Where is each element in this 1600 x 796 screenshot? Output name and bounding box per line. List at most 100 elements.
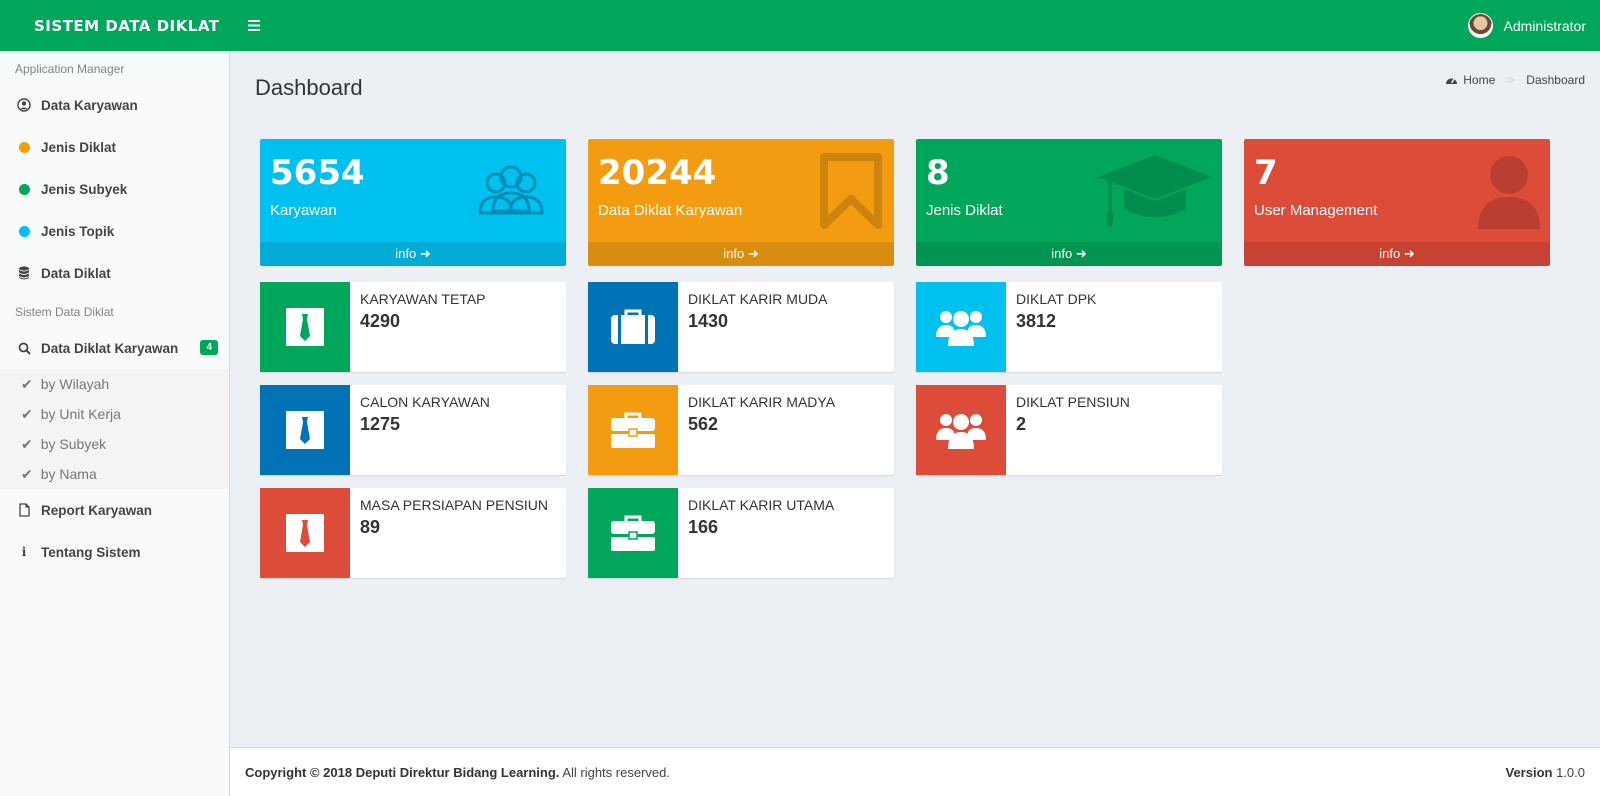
- stat-box-data-diklat-karyawan: 20244 Data Diklat Karyawan info ➜: [588, 139, 894, 266]
- info-box-title: DIKLAT DPK: [1016, 291, 1097, 307]
- copyright-text: Copyright © 2018 Deputi Direktur Bidang …: [245, 765, 670, 780]
- info-box-title: KARYAWAN TETAP: [360, 291, 486, 307]
- tie-icon: [260, 385, 350, 475]
- stat-box-karyawan: 5654 Karyawan info ➜: [260, 139, 566, 266]
- bookmark-icon: [820, 153, 882, 229]
- info-box-value: 89: [360, 517, 381, 537]
- sidebar-item-data-diklat[interactable]: Data Diklat: [0, 252, 229, 294]
- submenu-item-label: by Subyek: [40, 436, 107, 452]
- sidebar-section-header: Sistem Data Diklat: [15, 305, 114, 319]
- check-icon: ✔: [21, 435, 33, 452]
- dot-icon: [17, 140, 31, 154]
- breadcrumb-separator: >: [1507, 73, 1515, 87]
- breadcrumb-current: Dashboard: [1526, 73, 1585, 87]
- info-link[interactable]: info ➜: [916, 242, 1222, 266]
- stat-value: 7: [1254, 153, 1278, 193]
- info-link[interactable]: info ➜: [588, 242, 894, 266]
- sidebar-item-data-diklat-karyawan[interactable]: Data Diklat Karyawan 4: [0, 327, 229, 369]
- info-box-calon-karyawan[interactable]: CALON KARYAWAN 1275: [260, 385, 566, 475]
- avatar: [1467, 13, 1493, 38]
- sidebar-item-data-karyawan[interactable]: Data Karyawan: [0, 84, 229, 126]
- users-icon: [478, 165, 544, 215]
- info-box-title: DIKLAT KARIR UTAMA: [688, 497, 835, 513]
- arrow-circle-right-icon: ➜: [1075, 246, 1087, 261]
- info-link-label: info: [1051, 246, 1073, 261]
- stat-label: User Management: [1254, 202, 1378, 219]
- submenu-item-by-unit-kerja[interactable]: ✔ by Unit Kerja: [0, 399, 229, 429]
- info-link[interactable]: info ➜: [260, 242, 566, 266]
- user-icon: [1478, 156, 1540, 229]
- info-box-value: 2: [1016, 414, 1027, 434]
- sidebar-item-report-karyawan[interactable]: Report Karyawan: [0, 489, 229, 531]
- check-icon: ✔: [21, 375, 33, 392]
- arrow-circle-right-icon: ➜: [747, 246, 759, 261]
- stat-label: Karyawan: [270, 202, 337, 219]
- briefcase-icon: [588, 488, 678, 578]
- app-logo[interactable]: SISTEM DATA DIKLAT: [0, 0, 230, 51]
- info-box-value: 4290: [360, 311, 401, 331]
- info-link[interactable]: info ➜: [1244, 242, 1550, 266]
- sidebar-submenu: ✔ by Wilayah ✔ by Unit Kerja ✔ by Subyek ✔ b…: [0, 369, 229, 489]
- info-box-value: 3812: [1016, 311, 1057, 331]
- info-box-title: MASA PERSIAPAN PENSIUN: [360, 497, 549, 513]
- info-box-title: DIKLAT KARIR MUDA: [688, 291, 828, 307]
- info-box-value: 166: [688, 517, 719, 537]
- sidebar-item-jenis-diklat[interactable]: Jenis Diklat: [0, 126, 229, 168]
- sidebar-item-label: Jenis Diklat: [41, 139, 117, 155]
- info-box-karyawan-tetap[interactable]: KARYAWAN TETAP 4290: [260, 282, 566, 372]
- submenu-item-label: by Wilayah: [40, 376, 110, 392]
- copyright-owner: Copyright © 2018 Deputi Direktur Bidang …: [245, 764, 560, 780]
- info-link-label: info: [395, 246, 417, 261]
- info-box-diklat-dpk[interactable]: DIKLAT DPK 3812: [916, 282, 1222, 372]
- version-number: 1.0.0: [1556, 764, 1585, 780]
- page-footer: Copyright © 2018 Deputi Direktur Bidang …: [230, 747, 1600, 796]
- sidebar-toggle-button[interactable]: [234, 0, 274, 51]
- page-title: Dashboard: [255, 75, 363, 100]
- dot-icon: [17, 182, 31, 196]
- breadcrumb-home-link[interactable]: Home: [1445, 73, 1495, 87]
- info-box-diklat-karir-utama[interactable]: DIKLAT KARIR UTAMA 166: [588, 488, 894, 578]
- stat-label: Data Diklat Karyawan: [598, 202, 743, 219]
- graduation-cap-icon: [1098, 155, 1212, 227]
- user-menu[interactable]: Administrator: [1467, 0, 1586, 51]
- sidebar-item-label: Jenis Subyek: [41, 181, 128, 197]
- submenu-item-by-nama[interactable]: ✔ by Nama: [0, 459, 229, 489]
- sidebar-item-jenis-topik[interactable]: Jenis Topik: [0, 210, 229, 252]
- info-box-value: 1430: [688, 311, 729, 331]
- dot-icon: [17, 224, 31, 238]
- breadcrumb-home-label: Home: [1463, 73, 1496, 87]
- info-box-title: DIKLAT PENSIUN: [1016, 394, 1130, 410]
- info-box-diklat-karir-muda[interactable]: DIKLAT KARIR MUDA 1430: [588, 282, 894, 372]
- stat-value: 20244: [598, 153, 717, 193]
- info-link-label: info: [1379, 246, 1401, 261]
- stat-box-user-management: 7 User Management info ➜: [1244, 139, 1550, 266]
- stat-value: 5654: [270, 153, 365, 193]
- info-box-diklat-pensiun[interactable]: DIKLAT PENSIUN 2: [916, 385, 1222, 475]
- user-name: Administrator: [1503, 17, 1586, 34]
- submenu-item-by-subyek[interactable]: ✔ by Subyek: [0, 429, 229, 459]
- users-icon: [916, 282, 1006, 372]
- sidebar-item-tentang-sistem[interactable]: i Tentang Sistem: [0, 531, 229, 573]
- check-icon: ✔: [21, 405, 33, 422]
- database-icon: [17, 266, 31, 280]
- hamburger-icon: [248, 20, 260, 31]
- info-box-diklat-karir-madya[interactable]: DIKLAT KARIR MADYA 562: [588, 385, 894, 475]
- info-box-value: 562: [688, 414, 719, 434]
- sidebar-item-label: Jenis Topik: [41, 223, 115, 239]
- top-navbar: SISTEM DATA DIKLAT Administrator: [0, 0, 1600, 51]
- rights-text: All rights reserved.: [562, 764, 670, 780]
- suitcase-icon: [588, 282, 678, 372]
- tie-icon: [260, 488, 350, 578]
- sidebar-item-jenis-subyek[interactable]: Jenis Subyek: [0, 168, 229, 210]
- submenu-item-label: by Unit Kerja: [40, 406, 121, 422]
- file-icon: [17, 503, 31, 517]
- submenu-item-by-wilayah[interactable]: ✔ by Wilayah: [0, 369, 229, 399]
- sidebar-section-header: Application Manager: [15, 62, 125, 76]
- info-box-masa-persiapan-pensiun[interactable]: MASA PERSIAPAN PENSIUN 89: [260, 488, 566, 578]
- stat-label: Jenis Diklat: [926, 202, 1003, 219]
- version-text: Version 1.0.0: [1505, 765, 1585, 780]
- dashboard-icon: [1446, 78, 1458, 84]
- version-label: Version: [1505, 764, 1553, 780]
- info-icon: i: [21, 545, 27, 559]
- stat-box-jenis-diklat: 8 Jenis Diklat info ➜: [916, 139, 1222, 266]
